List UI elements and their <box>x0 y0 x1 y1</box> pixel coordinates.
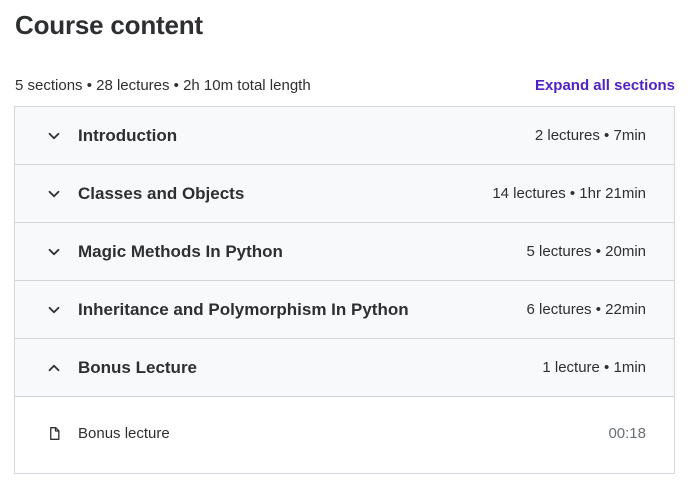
chevron-down-icon <box>45 243 63 261</box>
section-title: Bonus Lecture <box>78 357 198 377</box>
section-header-magic-methods[interactable]: Magic Methods In Python 5 lectures • 20m… <box>15 223 674 281</box>
section-info: 5 lectures • 20min <box>526 243 646 260</box>
lecture-title: Bonus lecture <box>78 424 170 442</box>
lecture-list: Bonus lecture 00:18 <box>15 397 674 473</box>
section-info: 2 lectures • 7min <box>534 127 646 144</box>
expand-all-sections-button[interactable]: Expand all sections <box>535 77 675 94</box>
chevron-down-icon <box>45 301 63 319</box>
curriculum-accordion: Introduction 2 lectures • 7min Classes a… <box>14 106 675 474</box>
file-icon <box>45 424 63 442</box>
section-info: 6 lectures • 22min <box>526 301 646 318</box>
lecture-item[interactable]: Bonus lecture 00:18 <box>15 403 674 463</box>
chevron-up-icon <box>45 359 63 377</box>
chevron-down-icon <box>45 127 63 145</box>
section-title: Classes and Objects <box>78 183 245 203</box>
course-summary: 5 sections • 28 lectures • 2h 10m total … <box>15 76 311 94</box>
section-title: Magic Methods In Python <box>78 241 283 261</box>
section-title: Inheritance and Polymorphism In Python <box>78 299 409 319</box>
section-header-inheritance-polymorphism[interactable]: Inheritance and Polymorphism In Python 6… <box>15 281 674 339</box>
section-header-bonus-lecture[interactable]: Bonus Lecture 1 lecture • 1min <box>15 339 674 397</box>
section-info: 14 lectures • 1hr 21min <box>492 185 646 202</box>
page-title: Course content <box>15 10 203 40</box>
section-title: Introduction <box>78 125 178 145</box>
section-header-classes-and-objects[interactable]: Classes and Objects 14 lectures • 1hr 21… <box>15 165 674 223</box>
section-header-introduction[interactable]: Introduction 2 lectures • 7min <box>15 107 674 165</box>
course-meta-row: 5 sections • 28 lectures • 2h 10m total … <box>15 74 675 96</box>
lecture-duration: 00:18 <box>608 424 646 442</box>
section-info: 1 lecture • 1min <box>542 359 646 376</box>
chevron-down-icon <box>45 185 63 203</box>
